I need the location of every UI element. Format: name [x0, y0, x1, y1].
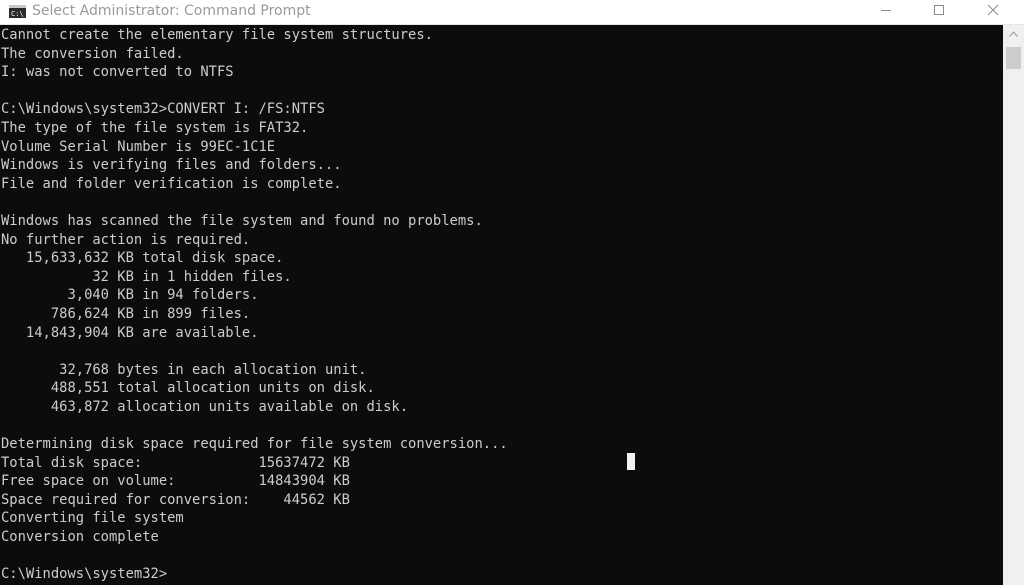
maximize-button[interactable]	[916, 0, 962, 22]
console-line: The type of the file system is FAT32.	[1, 119, 309, 136]
console-line: Windows has scanned the file system and …	[1, 212, 483, 229]
console-line: The conversion failed.	[1, 45, 184, 62]
console-line: 15,633,632 KB total disk space.	[1, 250, 284, 267]
console-line: 463,872 allocation units available on di…	[1, 398, 409, 415]
console-line: No further action is required.	[1, 231, 251, 248]
scrollbar-thumb[interactable]	[1006, 47, 1021, 69]
close-icon	[987, 4, 999, 16]
title-bar[interactable]: C:\ Select Administrator: Command Prompt	[0, 0, 1024, 25]
console-line: 32,768 bytes in each allocation unit.	[1, 361, 367, 378]
command-prompt-window: C:\ Select Administrator: Command Prompt…	[0, 0, 1024, 585]
console-line: Volume Serial Number is 99EC-1C1E	[1, 138, 276, 155]
minimize-button[interactable]	[863, 0, 909, 22]
console-line: 32 KB in 1 hidden files.	[1, 268, 292, 285]
console-line: Windows is verifying files and folders..…	[1, 157, 342, 174]
console-line: Space required for conversion: 44562 KB	[1, 491, 350, 508]
vertical-scrollbar[interactable]	[1003, 25, 1024, 585]
close-button[interactable]	[970, 0, 1016, 22]
minimize-icon	[881, 10, 891, 11]
console-line: Conversion complete	[1, 529, 159, 546]
console-line: Cannot create the elementary file system…	[1, 27, 433, 43]
console-output[interactable]: Cannot create the elementary file system…	[0, 25, 1003, 585]
window-title: Select Administrator: Command Prompt	[32, 3, 311, 19]
console-line: I: was not converted to NTFS	[1, 64, 234, 81]
chevron-up-icon	[1009, 31, 1018, 37]
command-prompt-line[interactable]: C:\Windows\system32>	[1, 565, 508, 584]
console-line: Determining disk space required for file…	[1, 436, 508, 453]
console-line: 786,624 KB in 899 files.	[1, 305, 251, 322]
cmd-icon: C:\	[9, 5, 26, 18]
console-line: Total disk space: 15637472 KB	[1, 454, 350, 471]
console-line: Free space on volume: 14843904 KB	[1, 473, 350, 490]
text-cursor	[627, 453, 635, 470]
scroll-up-button[interactable]	[1003, 25, 1024, 42]
console-line: 3,040 KB in 94 folders.	[1, 287, 259, 304]
console-line: C:\Windows\system32>CONVERT I: /FS:NTFS	[1, 101, 325, 118]
console-line: 488,551 total allocation units on disk.	[1, 380, 375, 397]
maximize-icon	[934, 5, 944, 15]
console-line: Converting file system	[1, 510, 184, 527]
console-line: File and folder verification is complete…	[1, 175, 342, 192]
console-line: 14,843,904 KB are available.	[1, 324, 259, 341]
svg-text:C:\: C:\	[11, 10, 24, 18]
console-lines: Cannot create the elementary file system…	[1, 26, 508, 584]
